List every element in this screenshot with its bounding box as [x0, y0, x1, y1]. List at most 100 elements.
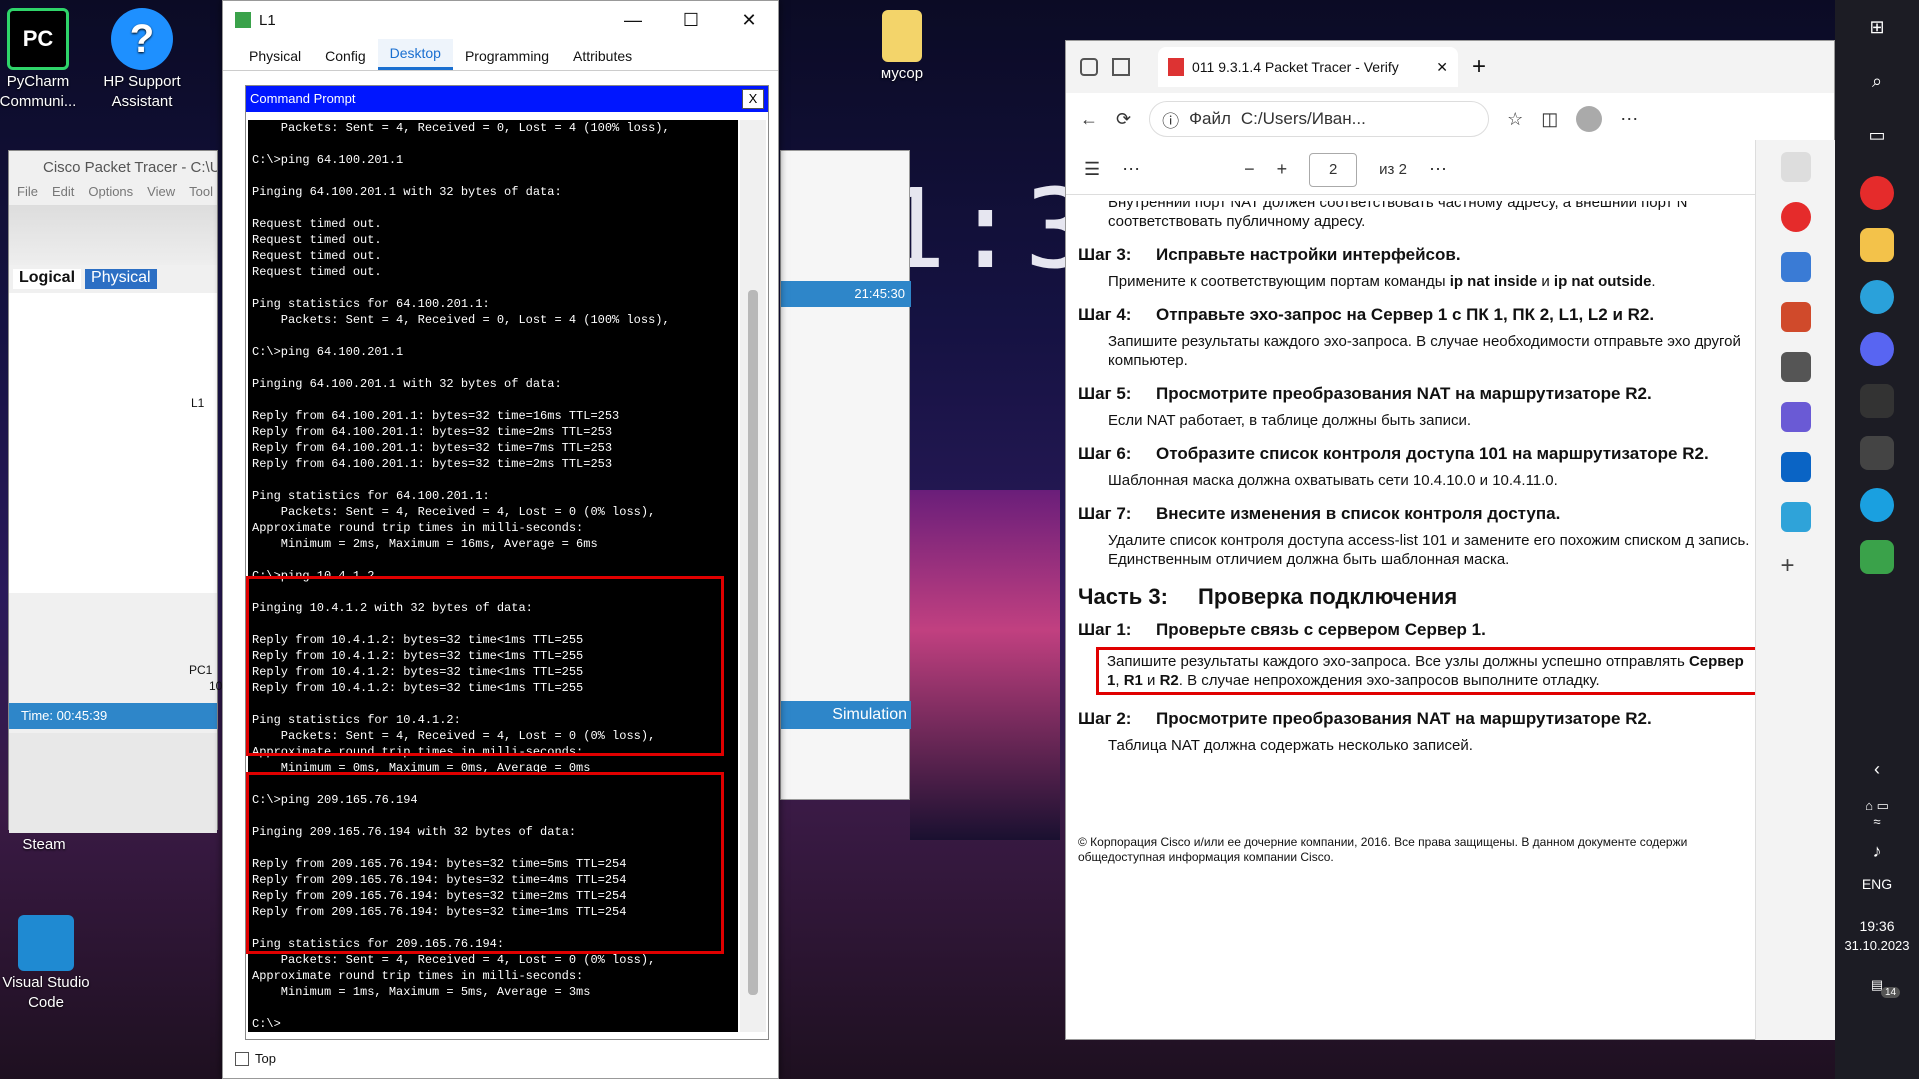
- sidebar-copilot-icon[interactable]: [1780, 402, 1811, 432]
- tab-actions-icon[interactable]: [1112, 58, 1130, 76]
- task-view-icon[interactable]: ▭: [1860, 118, 1894, 152]
- page-number-input[interactable]: 2: [1309, 152, 1358, 187]
- pt-menu-file[interactable]: File: [17, 184, 38, 199]
- packet-tracer-window: Cisco Packet Tracer - C:\Use File Edit O…: [8, 150, 226, 833]
- pt-workspace[interactable]: L1 PC1 10.: [9, 293, 226, 693]
- edge-address-bar: ← ⟳ ⓘ Файл C:/Users/Иван... ☆ ◫ ⋯: [1066, 93, 1834, 145]
- profile-icon[interactable]: [1576, 106, 1603, 132]
- search-icon[interactable]: ⌕: [1860, 64, 1894, 98]
- favorite-icon[interactable]: ☆: [1507, 109, 1523, 130]
- l1-tabs: Physical Config Desktop Programming Attr…: [223, 39, 778, 71]
- tab-programming[interactable]: Programming: [453, 42, 561, 70]
- l1-title: L1: [259, 11, 276, 29]
- split-screen-icon[interactable]: ◫: [1541, 109, 1558, 130]
- more-icon[interactable]: ⋯: [1620, 109, 1638, 130]
- simulation-tab[interactable]: Simulation: [781, 701, 911, 729]
- pt-menu-tools[interactable]: Tool: [189, 184, 213, 199]
- workspaces-icon[interactable]: [1080, 58, 1098, 76]
- clock-date[interactable]: 31.10.2023: [1835, 938, 1919, 953]
- new-tab-button[interactable]: +: [1472, 53, 1486, 81]
- time-label: Time: 00:45:39: [21, 708, 108, 723]
- vscode-icon: [18, 915, 74, 971]
- app-icon[interactable]: [1860, 436, 1894, 470]
- clock-time[interactable]: 19:36: [1835, 918, 1919, 934]
- zoom-out-icon[interactable]: −: [1244, 159, 1255, 180]
- tab-attributes[interactable]: Attributes: [561, 42, 644, 70]
- realtime-bar: 21:45:30: [781, 281, 911, 307]
- top-checkbox-row[interactable]: Top: [235, 1051, 276, 1066]
- pt-toolbar: [9, 205, 217, 265]
- doc-step-2: Шаг 2: Просмотрите преобразования NAT на …: [1078, 709, 1652, 728]
- chevron-up-icon[interactable]: ‹: [1860, 752, 1894, 786]
- doc-step-4: Шаг 4: Отправьте эхо-запрос на Сервер 1 с…: [1078, 305, 1655, 324]
- language-indicator[interactable]: ENG: [1835, 876, 1919, 892]
- edge-tab-pdf[interactable]: 011 9.3.1.4 Packet Tracer - Verify ✕: [1158, 47, 1458, 87]
- tab-config[interactable]: Config: [313, 42, 377, 70]
- sidebar-yandex-icon[interactable]: [1780, 202, 1811, 232]
- minimize-button[interactable]: —: [604, 10, 662, 31]
- pt-time-bar: Time: 00:45:39: [9, 703, 217, 729]
- device-label-l1: L1: [191, 396, 205, 410]
- tab-logical[interactable]: Logical: [13, 269, 82, 289]
- sidebar-add-icon[interactable]: +: [1781, 552, 1811, 582]
- l1-app-icon: [235, 12, 251, 28]
- sidebar-outlook-icon[interactable]: [1780, 452, 1811, 482]
- terminal-scrollbar[interactable]: [740, 120, 766, 1032]
- tab-physical[interactable]: Physical: [85, 269, 157, 289]
- sidebar-search-icon[interactable]: [1780, 152, 1811, 182]
- tray-icons[interactable]: ⌂ ▭ ≈: [1860, 796, 1894, 830]
- tab-physical[interactable]: Physical: [237, 42, 313, 70]
- sidebar-games-icon[interactable]: [1780, 352, 1811, 382]
- maximize-button[interactable]: ☐: [662, 10, 720, 31]
- zoom-in-icon[interactable]: +: [1277, 159, 1288, 180]
- desktop-icon-folder-musor[interactable]: мусор: [852, 10, 952, 84]
- desktop-icon-hp-support[interactable]: ? HP Support Assistant: [92, 8, 192, 112]
- command-prompt-header: Command Prompt X: [246, 86, 768, 112]
- doc-step-2-body: Таблица NAT должна содержать несколько з…: [1108, 737, 1473, 754]
- desktop-icon-steam[interactable]: Steam: [0, 835, 94, 855]
- volume-icon[interactable]: ♪: [1860, 834, 1894, 868]
- edge-window: 011 9.3.1.4 Packet Tracer - Verify ✕ + ←…: [1065, 40, 1835, 1040]
- refresh-icon[interactable]: ⟳: [1116, 109, 1131, 130]
- sidebar-tag-icon[interactable]: [1780, 252, 1811, 282]
- edge-icon[interactable]: [1860, 488, 1894, 522]
- edge-sidebar: +: [1755, 140, 1835, 1040]
- address-prefix: Файл: [1189, 109, 1231, 128]
- desktop-icon-label: Steam: [22, 836, 66, 853]
- desktop-icon-pycharm[interactable]: PC PyCharm Communi...: [0, 8, 88, 112]
- tab-close-icon[interactable]: ✕: [1436, 59, 1448, 76]
- pt-title: Cisco Packet Tracer - C:\Use: [43, 159, 217, 176]
- packet-tracer-icon[interactable]: [1860, 540, 1894, 574]
- yandex-icon[interactable]: [1860, 176, 1894, 210]
- pt-menu-options[interactable]: Options: [88, 184, 133, 199]
- sidebar-send-icon[interactable]: [1780, 502, 1811, 532]
- telegram-icon[interactable]: [1860, 280, 1894, 314]
- pt-right-panel: 21:45:30 Simulation: [780, 150, 911, 800]
- contents-icon[interactable]: ☰: [1084, 159, 1100, 180]
- pdf-more-icon[interactable]: ⋯: [1122, 159, 1140, 180]
- command-prompt-close-button[interactable]: X: [742, 89, 764, 109]
- address-field[interactable]: ⓘ Файл C:/Users/Иван...: [1149, 101, 1490, 137]
- sidebar-toolbox-icon[interactable]: [1780, 302, 1811, 332]
- desktop-icon-vscode[interactable]: Visual Studio Code: [0, 915, 96, 1013]
- scrollbar-thumb[interactable]: [748, 290, 758, 995]
- desktop-icon-label: Visual Studio Code: [2, 974, 90, 1011]
- close-button[interactable]: ✕: [720, 10, 778, 31]
- pt-menu-view[interactable]: View: [147, 184, 175, 199]
- tab-desktop[interactable]: Desktop: [377, 39, 453, 70]
- doc-step-1: Шаг 1: Проверьте связь с сервером Сервер …: [1078, 620, 1486, 639]
- pt-menu-edit[interactable]: Edit: [52, 184, 74, 199]
- discord-icon[interactable]: [1860, 332, 1894, 366]
- top-checkbox-label: Top: [255, 1051, 276, 1066]
- folder-icon: [882, 10, 922, 62]
- back-icon[interactable]: ←: [1080, 109, 1098, 130]
- doc-step-6: Шаг 6: Отобразите список контроля доступа…: [1078, 444, 1709, 463]
- explorer-icon[interactable]: [1860, 228, 1894, 262]
- highlight-ping-10-4-1-2: [246, 576, 724, 756]
- start-icon[interactable]: ⊞: [1860, 10, 1894, 44]
- pdf-options-icon[interactable]: ⋯: [1429, 159, 1447, 180]
- doc-step-5: Шаг 5: Просмотрите преобразования NAT на …: [1078, 384, 1652, 403]
- go-icon[interactable]: [1860, 384, 1894, 418]
- top-checkbox[interactable]: [235, 1051, 249, 1066]
- notification-button[interactable]: ▤ 14: [1835, 977, 1919, 998]
